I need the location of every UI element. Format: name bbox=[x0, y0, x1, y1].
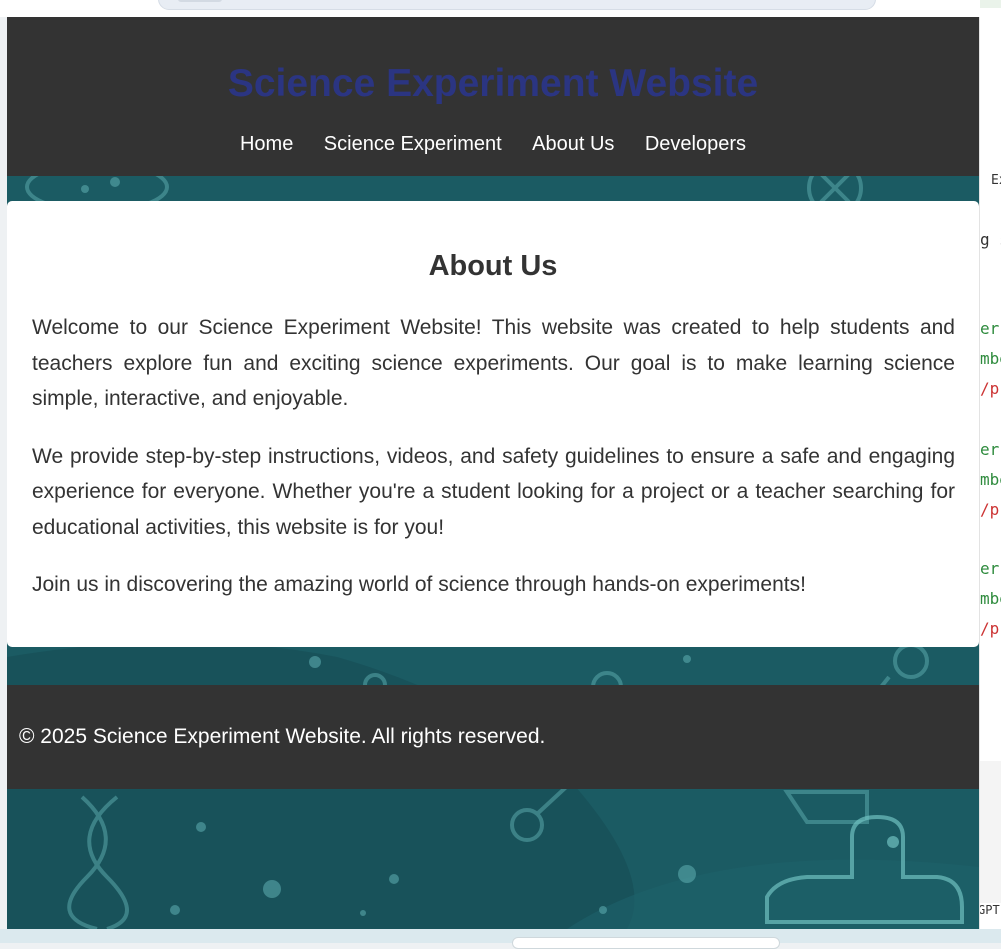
taskbar-strip bbox=[0, 929, 1001, 949]
editor-panel bbox=[980, 761, 1001, 903]
background-code-editor: Ex g s er mbe /p er mbe /p er mbe /p GPT bbox=[979, 17, 1001, 929]
code-fragment: /p bbox=[980, 619, 1000, 638]
code-fragment: Ex bbox=[991, 173, 1001, 188]
code-fragment: GPT bbox=[979, 903, 1000, 917]
about-paragraph-1: Welcome to our Science Experiment Websit… bbox=[32, 316, 955, 410]
code-fragment: er bbox=[980, 319, 1000, 338]
code-fragment: mbe bbox=[980, 470, 1001, 489]
about-paragraph-3: Join us in discovering the amazing world… bbox=[32, 573, 806, 596]
code-fragment: er bbox=[980, 559, 1000, 578]
site-title: Science Experiment Website bbox=[227, 62, 759, 105]
site-footer: © 2025 Science Experiment Website. All r… bbox=[7, 685, 979, 789]
about-content: Welcome to our Science Experiment Websit… bbox=[32, 310, 955, 625]
about-paragraph-2: We provide step-by-step instructions, vi… bbox=[32, 444, 955, 539]
taskbar-item[interactable] bbox=[512, 937, 780, 949]
code-fragment: mbe bbox=[980, 589, 1001, 608]
web-page: Science Experiment Website Home Science … bbox=[7, 17, 979, 929]
nav-link-developers[interactable]: Developers bbox=[645, 131, 746, 158]
browser-top-strip bbox=[0, 0, 1001, 17]
tab-indicator bbox=[178, 0, 222, 2]
footer-copyright: © 2025 Science Experiment Website. All r… bbox=[19, 725, 546, 748]
address-bar[interactable] bbox=[158, 0, 876, 10]
section-heading: About Us bbox=[428, 250, 558, 282]
window-edge bbox=[980, 0, 1001, 8]
about-us-card: About Us Welcome to our Science Experime… bbox=[7, 201, 979, 647]
code-fragment: er bbox=[980, 440, 1000, 459]
code-fragment: /p bbox=[980, 500, 1000, 519]
code-fragment: /p bbox=[980, 379, 1000, 398]
nav-link-science-experiment[interactable]: Science Experiment bbox=[324, 131, 502, 158]
nav-link-home[interactable]: Home bbox=[240, 131, 293, 158]
main-navigation: Home Science Experiment About Us Develop… bbox=[7, 131, 979, 158]
code-fragment: g s bbox=[980, 230, 1001, 249]
nav-link-about-us[interactable]: About Us bbox=[532, 131, 614, 158]
site-header: Science Experiment Website Home Science … bbox=[7, 17, 979, 176]
code-fragment: mbe bbox=[980, 349, 1001, 368]
